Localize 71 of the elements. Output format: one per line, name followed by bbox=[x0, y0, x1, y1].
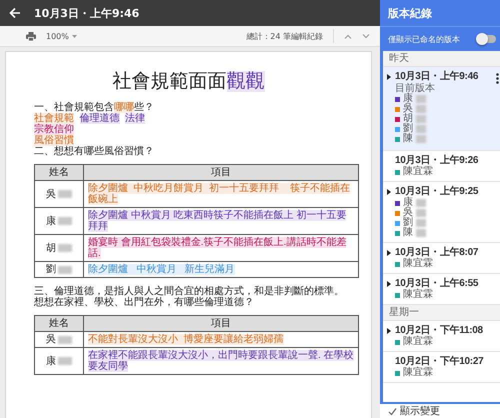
column-header: 姓名 bbox=[34, 164, 84, 180]
group-label: 昨天 bbox=[389, 53, 409, 64]
table-cell: 除夕圍爐 中秋賞月 新生兒滿月 bbox=[84, 262, 358, 278]
author-name: 劉 bbox=[403, 124, 413, 134]
table-cell: 在家裡不能跟長輩沒大沒小，出門時要跟長輩說一聲. 在學校要友同學 bbox=[84, 348, 358, 374]
author-name: 陳 bbox=[403, 228, 413, 238]
text-line: 一、社會規範包含哪哪些？ bbox=[34, 102, 155, 113]
table-cell: 婚宴時 會用紅包袋裝禮金.筷子不能插在飯上.講話時不能差話. bbox=[84, 234, 358, 262]
version-time: 10月2日・下午11:08 bbox=[395, 325, 483, 336]
author-name: 劉 bbox=[403, 218, 413, 228]
group-label: 星期一 bbox=[389, 307, 419, 318]
version-item[interactable]: 10月2日・下午11:08 陳宜霖 bbox=[383, 321, 500, 352]
zoom-dropdown[interactable]: 100% bbox=[46, 32, 77, 40]
author-name: 陳宜霖 bbox=[403, 167, 433, 177]
student-name: 康 bbox=[46, 356, 56, 366]
text-line: 社會規範 倫理道德 法律 bbox=[34, 113, 146, 124]
author-name: 陳宜霖 bbox=[403, 290, 433, 300]
version-time: 10月3日・上午9:25 bbox=[395, 186, 478, 197]
panel-title: 版本紀錄 bbox=[380, 0, 500, 26]
filter-label: 僅顯示已命名的版本 bbox=[388, 34, 461, 44]
version-item[interactable]: 10月3日・上午9:46 目前版本 康 吳 胡 劉 陳 bbox=[383, 67, 500, 151]
text-line: 二、想想有哪些風俗習慣？ bbox=[34, 146, 155, 157]
expand-caret-icon[interactable] bbox=[387, 328, 391, 334]
version-note: 目前版本 bbox=[394, 83, 436, 94]
previous-edit-button[interactable] bbox=[344, 34, 352, 38]
version-time: 10月3日・上午9:46 bbox=[395, 71, 478, 82]
author-name: 陳宜霖 bbox=[403, 259, 433, 269]
document-title: 社會規範面面觀觀 bbox=[112, 70, 266, 94]
student-name: 吳 bbox=[46, 334, 56, 345]
student-name: 劉 bbox=[46, 264, 56, 275]
table-cell: 不能對長輩沒大沒小 博愛座要讓給老弱婦孺 bbox=[84, 332, 358, 348]
text-line: 三、倫理道德，是指人與人之間合宜的相處方式，和是非判斷的標準。 bbox=[34, 286, 345, 297]
version-time: 10月3日・上午6:55 bbox=[395, 278, 478, 289]
back-button[interactable] bbox=[8, 6, 22, 20]
version-item[interactable]: 10月3日・上午8:07 陳宜霖 bbox=[383, 243, 500, 274]
author-name: 陳宜霖 bbox=[403, 368, 433, 378]
print-button[interactable] bbox=[26, 32, 36, 40]
version-time: 10月3日・上午9:26 bbox=[395, 155, 478, 166]
expand-caret-icon[interactable] bbox=[387, 189, 391, 195]
next-edit-button[interactable] bbox=[362, 34, 370, 38]
version-time: 10月3日・上午8:07 bbox=[395, 247, 478, 258]
show-changes-checkbox[interactable] bbox=[388, 406, 397, 416]
named-only-toggle[interactable] bbox=[478, 35, 496, 43]
column-header: 姓名 bbox=[34, 316, 84, 332]
author-name: 陳 bbox=[403, 134, 413, 144]
text-line: 想想在家裡、學校、出門在外，有哪些倫理道德？ bbox=[34, 297, 255, 308]
version-item[interactable]: 10月2日・下午10:27 陳宜霖 bbox=[383, 352, 500, 383]
table-cell: 除夕圍爐 中秋吃月餅賞月 初一十五要拜拜 筷子不能插在飯碗上 bbox=[84, 180, 358, 208]
expand-caret-icon[interactable] bbox=[387, 250, 391, 256]
author-name: 康 bbox=[403, 94, 413, 104]
author-name: 吳 bbox=[403, 208, 413, 218]
author-name: 陳宜霖 bbox=[403, 337, 433, 347]
author-name: 吳 bbox=[403, 104, 413, 114]
student-name: 胡 bbox=[46, 242, 56, 254]
expand-caret-icon[interactable] bbox=[387, 281, 391, 287]
table-cell: 除夕圍爐 中秋賞月 吃東西時筷子不能插在飯上 初一十五要拜拜 bbox=[84, 208, 358, 234]
author-name: 胡 bbox=[403, 114, 413, 124]
expand-caret-icon[interactable] bbox=[387, 74, 391, 80]
student-name: 吳 bbox=[46, 188, 56, 200]
column-header: 項目 bbox=[84, 316, 358, 332]
version-item[interactable]: 10月3日・上午9:25 康 吳 劉 陳 bbox=[383, 182, 500, 243]
column-header: 項目 bbox=[84, 164, 358, 180]
caret-icon bbox=[72, 34, 77, 38]
more-options-button[interactable] bbox=[496, 73, 499, 84]
show-changes-label: 顯示變更 bbox=[400, 404, 440, 418]
student-name: 康 bbox=[46, 216, 56, 226]
author-name: 康 bbox=[403, 198, 413, 208]
version-title: 10月3日・上午9:46 bbox=[34, 6, 140, 20]
version-item[interactable]: 10月3日・上午9:26 陳宜霖 bbox=[383, 151, 500, 182]
edit-count: 總計：24 筆編輯紀錄 bbox=[246, 30, 323, 42]
version-time: 10月2日・下午10:27 bbox=[395, 356, 484, 367]
